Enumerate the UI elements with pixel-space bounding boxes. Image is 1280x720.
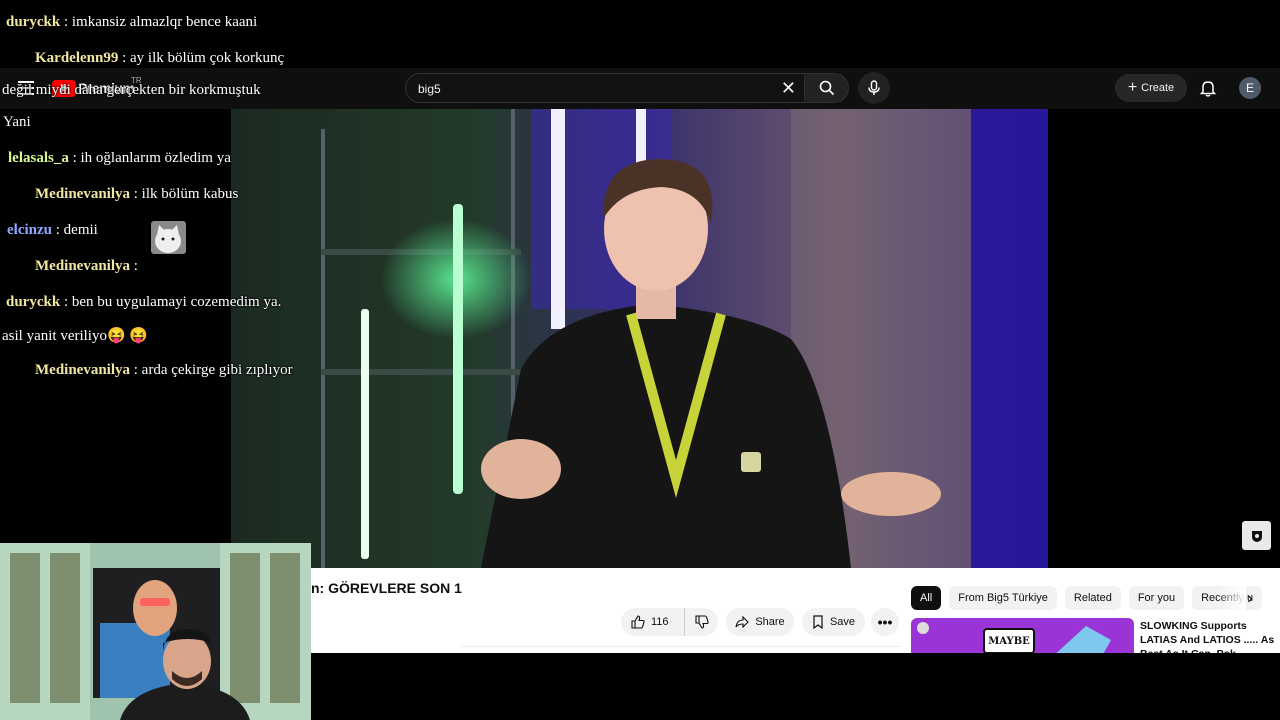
voice-search-button[interactable] — [858, 72, 890, 104]
chat-message: Medinevanilya : ilk bölüm kabus — [35, 186, 238, 203]
save-button[interactable]: Save — [802, 608, 865, 636]
recommended-video-title[interactable]: SLOWKING Supports LATIAS And LATIOS ....… — [1140, 619, 1280, 653]
chat-message: duryckk : ben bu uygulamayi cozemedim ya… — [6, 294, 281, 311]
chat-message: lelasals_a : ih oğlanlarım özledim ya — [8, 150, 231, 167]
more-icon: ••• — [877, 614, 893, 630]
chip-from-big5[interactable]: From Big5 Türkiye — [949, 586, 1057, 610]
chat-text: : arda çekirge gibi zıplıyor — [133, 362, 293, 378]
chat-username: elcinzu — [7, 222, 52, 238]
share-button[interactable]: Share — [726, 608, 794, 636]
create-label: Create — [1141, 82, 1175, 94]
video-player[interactable] — [231, 109, 1048, 568]
like-dislike-group: 116 — [621, 608, 718, 636]
plus-icon: + — [1127, 79, 1138, 96]
chat-username: Medinevanilya — [35, 258, 131, 274]
mic-icon — [868, 80, 880, 95]
watch-metadata: n: GÖREVLERE SON 1 116 Share Save ••• Al… — [311, 568, 1280, 653]
chat-username: duryckk — [6, 14, 61, 30]
avatar[interactable]: E — [1239, 77, 1261, 99]
like-button[interactable]: 116 — [621, 608, 685, 636]
pokemon-illustration — [917, 622, 1111, 653]
chat-username: Kardelenn99 — [35, 50, 119, 66]
close-icon[interactable]: ✕ — [781, 78, 796, 99]
chevron-right-icon[interactable]: › — [1239, 588, 1261, 610]
save-icon — [813, 615, 823, 629]
chat-text: : imkansiz almazlqr bence kaani — [63, 14, 258, 30]
share-icon — [735, 615, 750, 629]
video-title: n: GÖREVLERE SON 1 — [311, 580, 462, 596]
chat-text: değil miydi daha gerçekten bir korkmuştu… — [2, 82, 261, 98]
webcam-frame — [0, 543, 311, 720]
chat-username: Medinevanilya — [35, 186, 131, 202]
description-divider — [461, 646, 901, 647]
chat-text: : ben bu uygulamayi cozemedim ya. — [63, 294, 282, 310]
dislike-icon — [694, 615, 709, 629]
chat-username: Medinevanilya — [35, 362, 131, 378]
like-count: 116 — [651, 616, 669, 628]
chat-text: : — [133, 258, 138, 274]
like-icon — [631, 615, 645, 629]
chat-message: duryckk : imkansiz almazlqr bence kaani — [6, 14, 257, 31]
chat-message-continuation: asil yanit veriliyo😝 😝 — [2, 326, 148, 345]
save-label: Save — [829, 616, 856, 628]
chat-text: : demii — [55, 222, 98, 238]
search-input[interactable]: big5 ✕ — [405, 73, 805, 103]
chip-for-you[interactable]: For you — [1128, 586, 1185, 610]
cat-emote — [151, 221, 186, 254]
recommended-thumbnail[interactable]: MAYBE — [911, 618, 1134, 653]
chat-message-continuation: değil miydi daha gerçekten bir korkmuştu… — [2, 82, 261, 99]
chat-text: asil yanit veriliyo😝 😝 — [2, 328, 149, 344]
bell-icon[interactable] — [1198, 78, 1218, 98]
chat-message-continuation: Yani — [3, 114, 31, 131]
chat-text: : ay ilk bölüm çok korkunç — [122, 50, 285, 66]
share-label: Share — [755, 616, 785, 628]
search-input-value: big5 — [418, 82, 441, 96]
search-icon — [819, 80, 834, 96]
chat-username: duryckk — [6, 294, 61, 310]
chat-text: Yani — [3, 114, 31, 130]
chat-username: lelasals_a — [8, 150, 69, 166]
chat-message: Medinevanilya : — [35, 258, 138, 275]
chat-message: elcinzu : demii — [7, 222, 98, 239]
more-actions-button[interactable]: ••• — [871, 608, 899, 636]
sidebar-dark-area — [1048, 109, 1280, 568]
create-button[interactable]: + Create — [1115, 74, 1187, 102]
chat-text: : ilk bölüm kabus — [133, 186, 239, 202]
shield-icon — [1251, 530, 1262, 542]
dislike-button[interactable] — [685, 615, 718, 629]
search-button[interactable] — [805, 73, 849, 103]
chat-message: Kardelenn99 : ay ilk bölüm çok korkunç — [35, 50, 284, 67]
video-frame — [231, 109, 1048, 568]
chip-related[interactable]: Related — [1064, 586, 1121, 610]
chat-text: : ih oğlanlarım özledim ya — [72, 150, 231, 166]
miniplayer-button[interactable] — [1242, 521, 1271, 550]
chat-message: Medinevanilya : arda çekirge gibi zıplıy… — [35, 362, 293, 379]
streamer-webcam — [0, 543, 311, 720]
chip-all[interactable]: All — [911, 586, 942, 610]
